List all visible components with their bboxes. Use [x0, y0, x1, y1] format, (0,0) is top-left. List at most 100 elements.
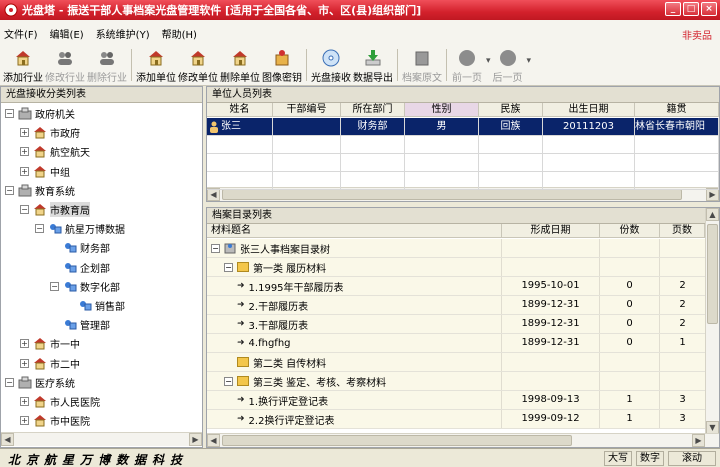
column-header[interactable]: 性别 [405, 103, 479, 116]
collapse-icon[interactable]: − [5, 377, 14, 387]
maximize-button[interactable]: □ [683, 2, 699, 16]
toolbar-button-0[interactable]: 添加行业 [2, 46, 44, 84]
tree-node[interactable]: + 市中医院 [20, 412, 90, 429]
archive-row[interactable]: ➜ 1.换行评定登记表 1998-09-13 1 3 [207, 391, 705, 410]
menu-edit[interactable]: 编辑(E) [50, 26, 84, 41]
archive-scroll-right[interactable]: ▶ [692, 434, 705, 447]
menu-file[interactable]: 文件(F) [4, 26, 38, 41]
toolbar-button-4[interactable]: 修改单位 [177, 46, 219, 84]
document-arrow-icon: ➜ [237, 281, 245, 291]
menu-system[interactable]: 系统维护(Y) [96, 26, 150, 41]
toolbar-button-7[interactable]: 光盘接收 [310, 46, 352, 84]
tree-node[interactable]: − 医疗系统 [5, 374, 75, 391]
archive-title: 1.换行评定登记表 [248, 396, 329, 408]
toolbar-button-11[interactable]: 后一页 [491, 46, 525, 84]
column-header[interactable]: 民族 [479, 103, 543, 116]
column-header[interactable]: 份数 [600, 224, 660, 237]
archive-row[interactable]: − 第一类 履历材料 [207, 258, 705, 277]
tree-node[interactable]: − 市教育局 [20, 201, 90, 218]
tree-h-scrollbar[interactable]: ◀ ▶ [1, 432, 202, 446]
expand-icon[interactable]: + [20, 147, 29, 157]
personnel-scroll-thumb[interactable] [222, 189, 682, 200]
column-header[interactable]: 形成日期 [502, 224, 600, 237]
archive-title: 第二类 自传材料 [253, 358, 327, 370]
column-header[interactable]: 页数 [660, 224, 705, 237]
tree-node[interactable]: − 数字化部 [50, 278, 120, 295]
page-count: 2 [679, 318, 686, 329]
tree-node[interactable]: − 航星万博数据 [35, 220, 125, 237]
tree-node[interactable]: − 教育系统 [5, 182, 75, 199]
close-button[interactable]: × [701, 2, 717, 16]
menu-help[interactable]: 帮助(H) [162, 26, 197, 41]
toolbar-button-6[interactable]: 图像密钥 [261, 46, 303, 84]
toolbar-button-9[interactable]: 档案原文 [401, 46, 443, 84]
archive-row[interactable]: ➜ 1.1995年干部履历表 1995-10-01 0 2 [207, 277, 705, 296]
archive-scroll-thumb[interactable] [707, 224, 718, 324]
toolbar-button-8[interactable]: 数据导出 [352, 46, 394, 84]
archive-row[interactable]: − 第三类 鉴定、考核、考察材料 [207, 372, 705, 391]
archive-scroll-left[interactable]: ◀ [207, 434, 220, 447]
collapse-icon[interactable]: − [20, 205, 29, 214]
toolbar-button-3[interactable]: 添加单位 [135, 46, 177, 84]
toolbar-button-10[interactable]: 前一页 [450, 46, 484, 84]
collapse-icon[interactable]: − [50, 281, 59, 291]
expand-icon[interactable]: + [20, 166, 29, 176]
collapse-icon[interactable]: − [5, 109, 14, 118]
tree-node[interactable]: + 中组 [20, 163, 70, 180]
tree-node[interactable]: + 市人民医院 [20, 393, 100, 410]
column-header[interactable]: 所在部门 [341, 103, 405, 116]
column-header[interactable]: 籍贯 [635, 103, 719, 116]
collapse-icon[interactable]: − [224, 376, 233, 386]
column-header[interactable]: 姓名 [207, 103, 273, 116]
archive-scroll-up[interactable]: ▲ [706, 208, 719, 221]
tree-node[interactable]: 销售部 [65, 297, 125, 314]
archive-row[interactable]: ➜ 2.2换行评定登记表 1999-09-12 1 3 [207, 410, 705, 429]
tree-node[interactable]: + 航空航天 [20, 143, 90, 160]
tree-scroll-right[interactable]: ▶ [189, 433, 202, 446]
table-cell: 男 [405, 118, 479, 135]
tree-node[interactable]: + 市政府 [20, 124, 80, 141]
archive-h-scroll-thumb[interactable] [222, 435, 572, 446]
tree-node[interactable]: + 市一中 [20, 335, 80, 352]
toolbar-button-2[interactable]: 删除行业 [86, 46, 128, 84]
collapse-icon[interactable]: − [5, 185, 14, 195]
table-row[interactable] [207, 136, 719, 154]
archive-row[interactable]: ➜ 3.干部履历表 1899-12-31 0 2 [207, 315, 705, 334]
toolbar-button-label: 修改单位 [178, 73, 218, 84]
column-header[interactable]: 干部编号 [273, 103, 341, 116]
tree-node-label: 政府机关 [35, 110, 75, 121]
archive-title: 1.1995年干部履历表 [248, 282, 344, 294]
archive-row[interactable]: ➜ 2.干部履历表 1899-12-31 0 2 [207, 296, 705, 315]
table-row[interactable] [207, 172, 719, 190]
expand-icon[interactable]: + [20, 339, 29, 349]
tree-node[interactable]: + 市二中 [20, 355, 80, 372]
tree-node[interactable]: 管理部 [50, 316, 110, 333]
archive-title-cell: ➜ 4.fhgfhg [207, 334, 502, 352]
column-header[interactable]: 材料题名 [207, 224, 502, 237]
tree-scroll-left[interactable]: ◀ [1, 433, 14, 446]
tree-node[interactable]: 企划部 [50, 259, 110, 276]
collapse-icon[interactable]: − [224, 262, 233, 272]
archive-title: 2.干部履历表 [248, 301, 309, 313]
table-row[interactable]: 张三 财务部男回族 20111203 林省长春市朝阳 [207, 118, 719, 136]
toolbar-button-1[interactable]: 修改行业 [44, 46, 86, 84]
chevron-down-icon[interactable]: ▾ [527, 56, 532, 66]
archive-row[interactable]: − 张三人事档案目录树 [207, 239, 705, 258]
archive-row[interactable]: +第二类 自传材料 [207, 353, 705, 372]
minimize-button[interactable]: _ [665, 2, 681, 16]
tree-node[interactable]: 财务部 [50, 239, 110, 256]
num-indicator: 数字 [636, 451, 664, 466]
expand-icon[interactable]: + [20, 358, 29, 368]
collapse-icon[interactable]: − [35, 224, 44, 234]
expand-icon[interactable]: + [20, 397, 29, 406]
expand-icon[interactable]: + [20, 128, 29, 138]
table-row[interactable] [207, 154, 719, 172]
archive-row[interactable]: ➜ 4.fhgfhg 1899-12-31 0 1 [207, 334, 705, 353]
archive-v-scrollbar[interactable]: ▲ ▼ [705, 208, 719, 434]
tree-node[interactable]: − 政府机关 [5, 105, 75, 122]
archive-h-scrollbar[interactable]: ◀ ▶ [207, 433, 719, 447]
expand-icon[interactable]: + [20, 416, 29, 426]
column-header[interactable]: 出生日期 [543, 103, 635, 116]
toolbar-button-5[interactable]: 删除单位 [219, 46, 261, 84]
collapse-icon[interactable]: − [211, 243, 220, 253]
